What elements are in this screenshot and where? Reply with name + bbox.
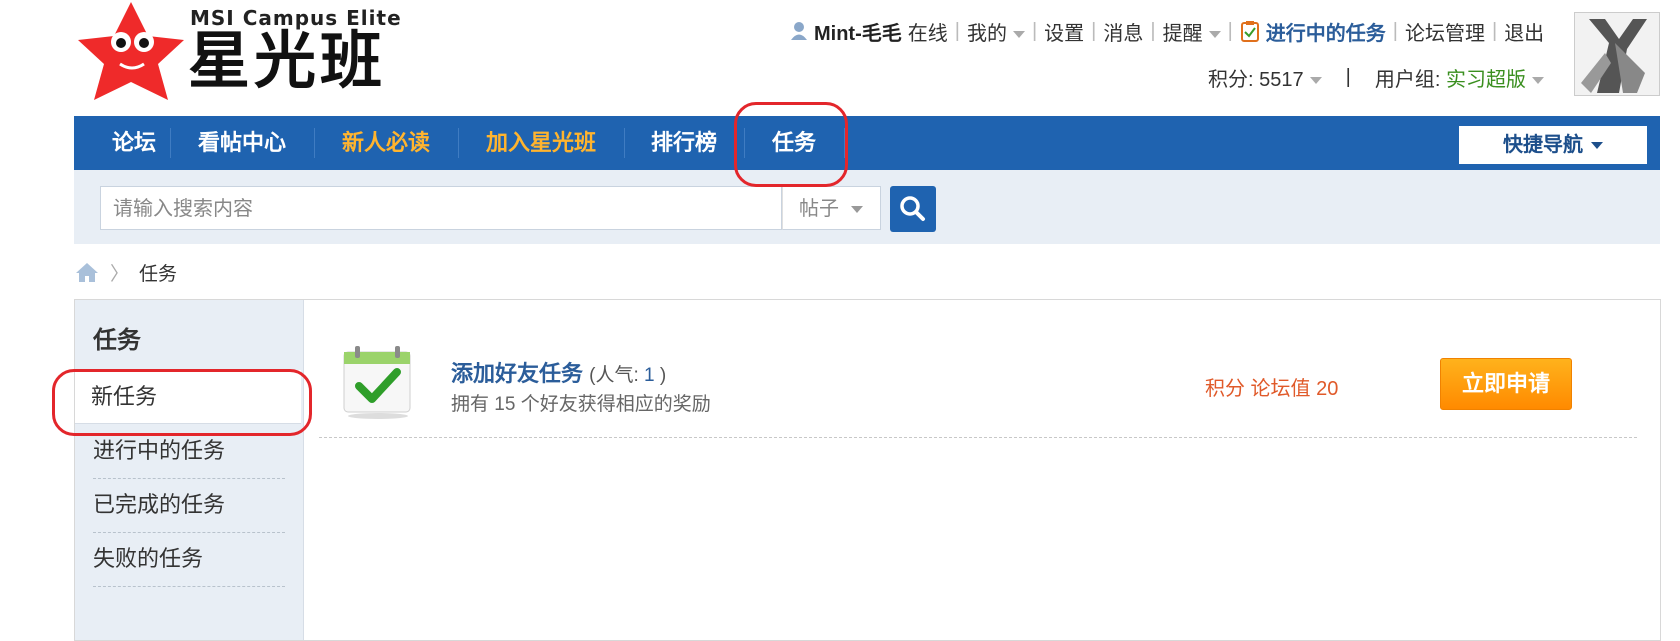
sidebar-title: 任务 (93, 327, 141, 354)
forum-admin-link[interactable]: 论坛管理 (1405, 17, 1485, 46)
quick-nav-button[interactable]: 快捷导航 (1459, 126, 1647, 164)
nav-item-view-posts[interactable]: 看帖中心 (170, 116, 314, 170)
task-sidebar: 任务 新任务 进行中的任务 已完成的任务 失败的任务 (75, 300, 304, 640)
clipboard-task-icon (1240, 21, 1259, 42)
ongoing-tasks-link[interactable]: 进行中的任务 (1266, 17, 1386, 46)
usergroup-value: 实习超版 (1445, 68, 1526, 91)
main-nav: 论坛 看帖中心 新人必读 加入星光班 排行榜 任务 快捷导航 (74, 116, 1660, 170)
logout-link[interactable]: 退出 (1504, 17, 1544, 46)
task-panel: 任务 新任务 进行中的任务 已完成的任务 失败的任务 添加好友任务 (人气: 1… (74, 299, 1661, 641)
nav-item-ranking[interactable]: 排行榜 (624, 116, 744, 170)
chevron-down-icon (851, 206, 863, 214)
reminders-label: 提醒 (1162, 22, 1203, 45)
popularity-end: ) (654, 365, 667, 386)
logo-chinese-text: 星光班 (188, 24, 387, 97)
usergroup-menu[interactable]: 用户组: 实习超版 (1375, 63, 1544, 92)
points-value: 5517 (1259, 68, 1304, 91)
divider: | (1392, 19, 1398, 42)
chevron-down-icon (1309, 76, 1322, 84)
user-meta: 积分: 5517 | 用户组: 实习超版 (1208, 62, 1544, 92)
task-divider (319, 437, 1637, 438)
search-bar: 请输入搜索内容 帖子 (74, 170, 1660, 244)
task-title-link[interactable]: 添加好友任务 (451, 361, 583, 386)
mine-menu[interactable]: 我的 (967, 17, 1025, 46)
search-type-select[interactable]: 帖子 (782, 186, 881, 230)
popularity-value: 1 (644, 365, 655, 386)
nav-item-join[interactable]: 加入星光班 (458, 116, 624, 170)
annotation-highlight-tasks-nav (734, 102, 848, 187)
quick-nav-label: 快捷导航 (1503, 134, 1583, 156)
mine-label: 我的 (966, 22, 1007, 45)
search-input[interactable]: 请输入搜索内容 (100, 186, 782, 230)
breadcrumb-separator: 〉 (110, 263, 130, 285)
search-icon (900, 196, 925, 221)
task-reward: 积分 论坛值 20 (1205, 378, 1339, 400)
task-item: 添加好友任务 (人气: 1 ) (451, 356, 666, 388)
search-button[interactable] (890, 186, 936, 232)
divider: | (1227, 19, 1233, 42)
task-popularity: (人气: 1 ) (589, 365, 666, 386)
popularity-label: (人气: (589, 365, 645, 386)
avatar[interactable] (1574, 12, 1660, 96)
divider: | (1091, 19, 1097, 42)
task-description: 拥有 15 个好友获得相应的奖励 (451, 394, 711, 415)
star-mascot-icon (78, 2, 184, 100)
online-status: 在线 (907, 22, 948, 45)
chevron-down-icon (1012, 30, 1025, 38)
search-type-label: 帖子 (799, 198, 839, 220)
breadcrumb-current: 任务 (139, 263, 178, 285)
calendar-check-icon (343, 346, 411, 419)
sidebar-item-completed-tasks[interactable]: 已完成的任务 (93, 478, 285, 533)
user-toolbar: Mint-毛毛 在线 | 我的 | 设置 | 消息 | 提醒 | 进行中的任务 … (790, 16, 1544, 46)
apply-now-button[interactable]: 立即申请 (1440, 358, 1572, 410)
nav-item-forum[interactable]: 论坛 (84, 116, 184, 170)
sidebar-item-failed-tasks[interactable]: 失败的任务 (93, 532, 285, 587)
divider: | (1491, 19, 1498, 42)
user-icon (791, 22, 807, 40)
messages-link[interactable]: 消息 (1103, 17, 1143, 46)
annotation-highlight-new-tasks (52, 369, 312, 436)
divider: | (1345, 65, 1351, 88)
breadcrumb: 〉 任务 (74, 258, 177, 286)
chevron-down-icon (1591, 142, 1603, 150)
settings-link[interactable]: 设置 (1044, 17, 1084, 46)
usergroup-label: 用户组: (1374, 68, 1446, 91)
home-icon[interactable] (74, 261, 100, 283)
reminders-menu[interactable]: 提醒 (1163, 17, 1221, 46)
points-menu[interactable]: 积分: 5517 (1208, 63, 1322, 92)
divider: | (1150, 19, 1156, 42)
chevron-down-icon (1531, 76, 1544, 84)
points-label: 积分: (1208, 68, 1260, 91)
divider: | (954, 19, 960, 42)
divider: | (1031, 19, 1038, 42)
username-link[interactable]: Mint-毛毛 (814, 17, 902, 46)
nav-item-newbie-guide[interactable]: 新人必读 (314, 116, 458, 170)
chevron-down-icon (1208, 30, 1221, 38)
